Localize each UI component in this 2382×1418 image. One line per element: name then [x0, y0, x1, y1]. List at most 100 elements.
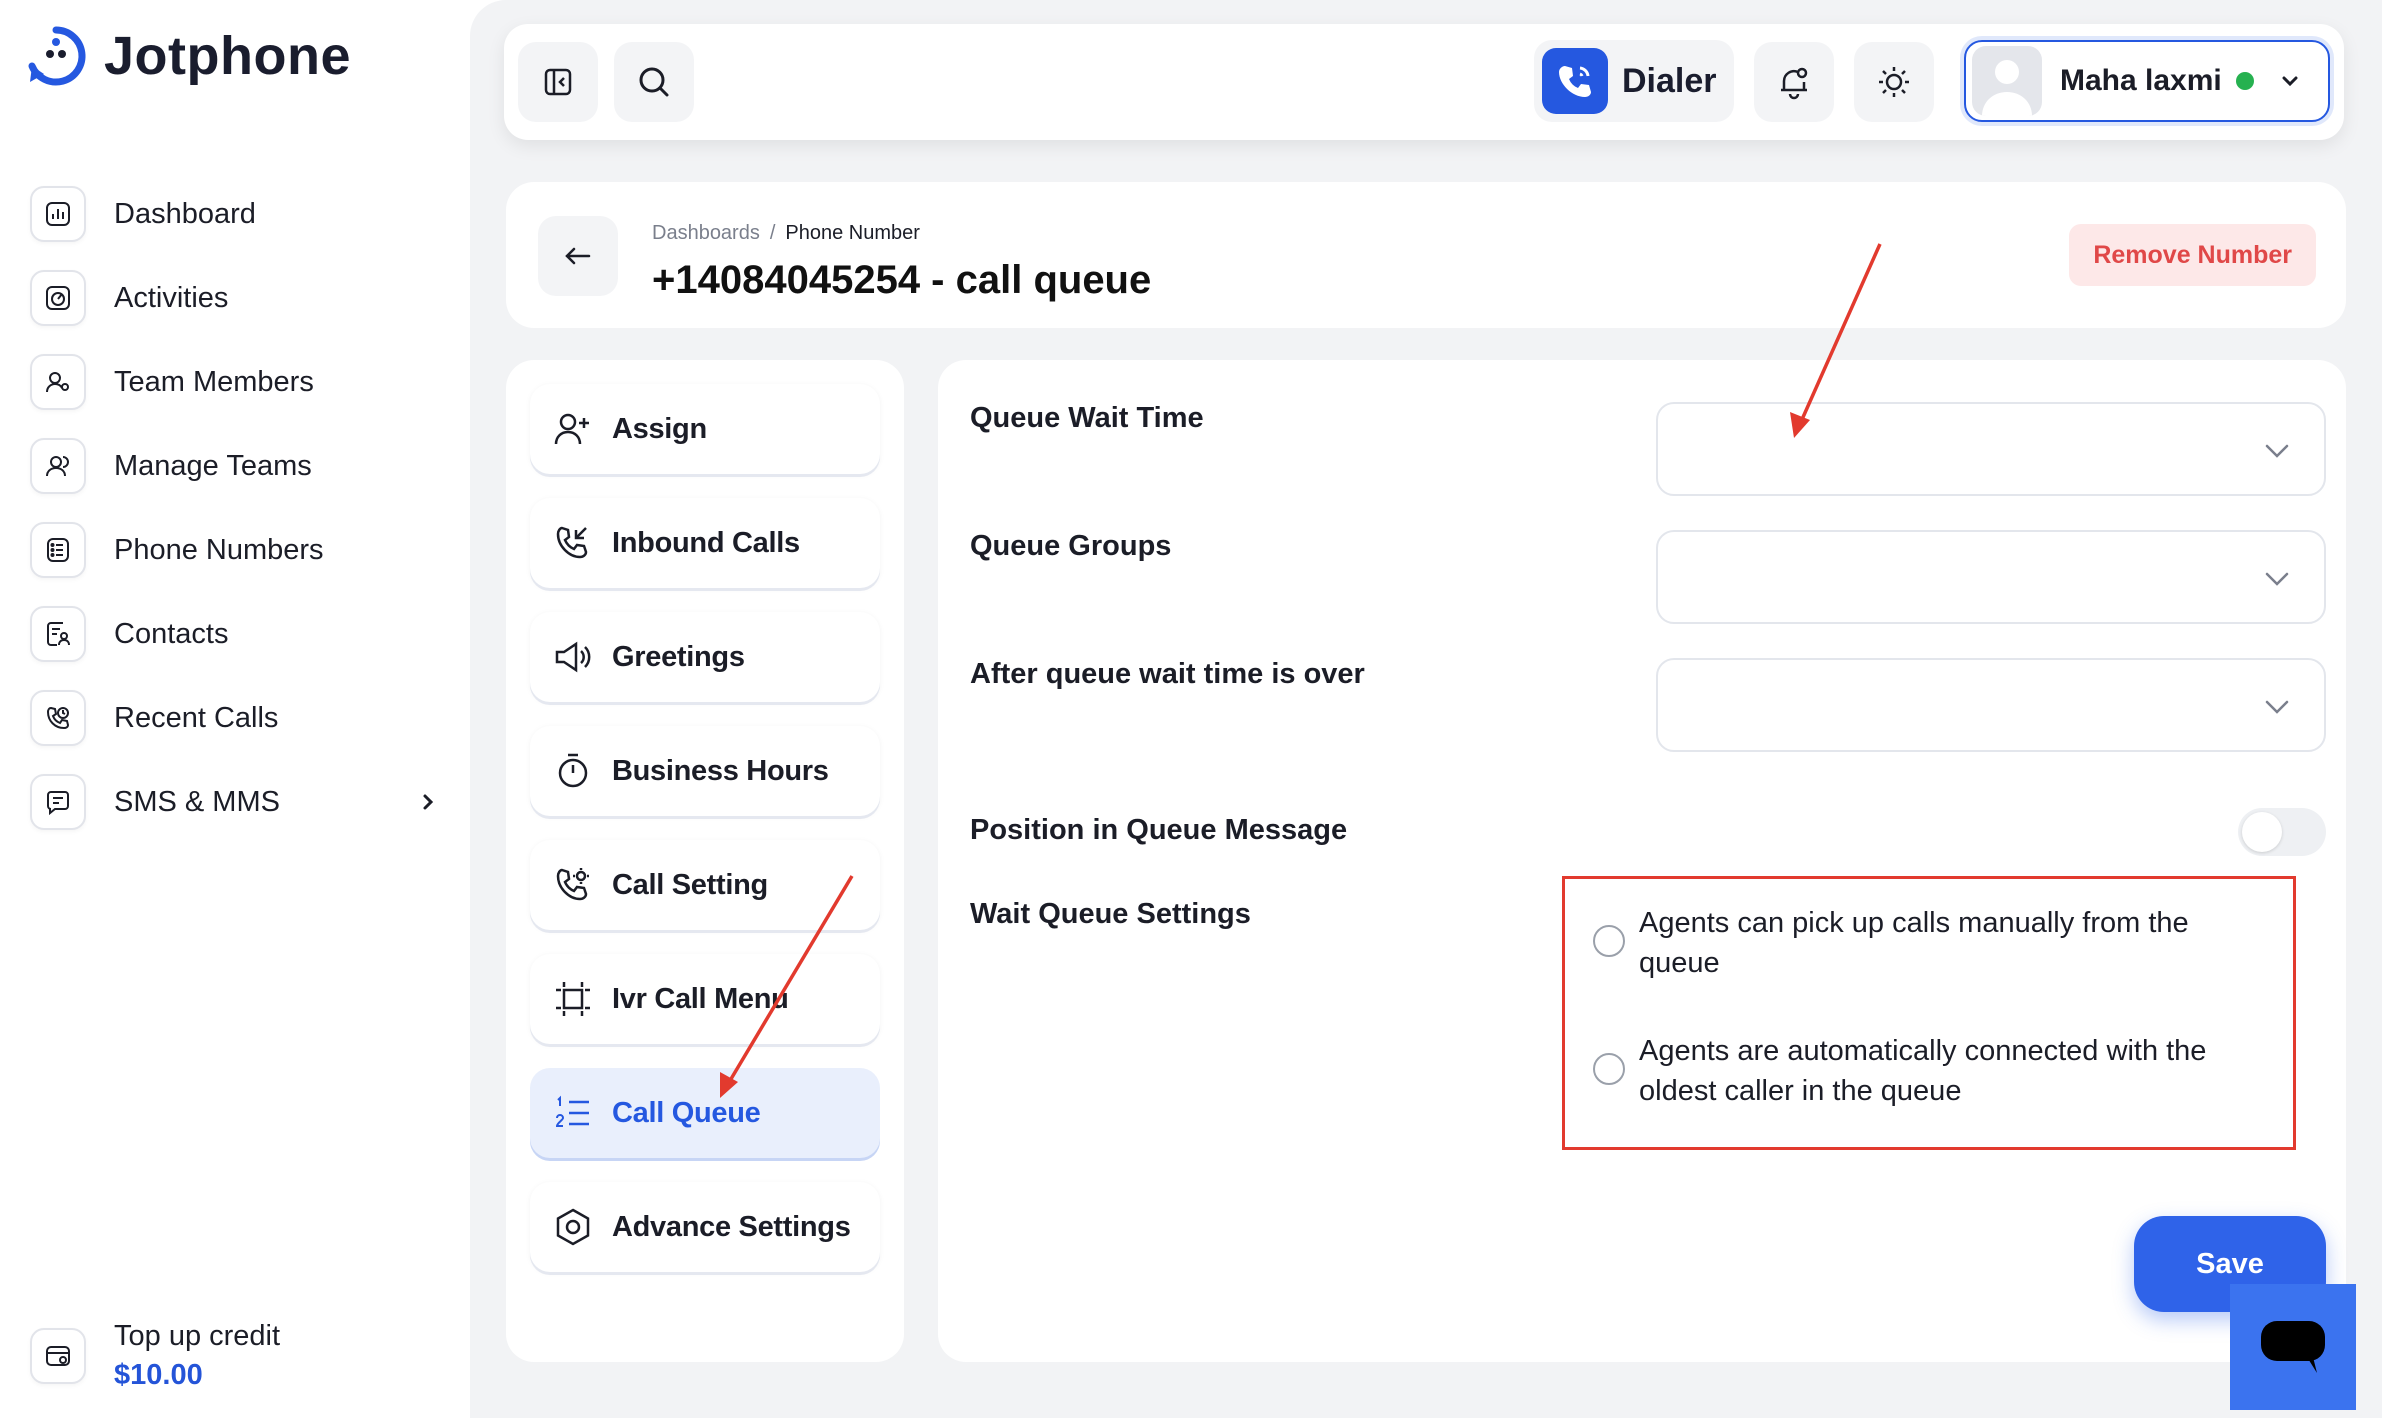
chevron-down-icon [2265, 700, 2289, 714]
tab-label: Greetings [612, 640, 745, 673]
gauge-icon [30, 270, 86, 326]
stopwatch-icon [558, 753, 588, 788]
sidebar-item-label: SMS & MMS [114, 785, 280, 818]
sidebar-item-label: Recent Calls [114, 701, 279, 734]
tab-greetings[interactable]: Greetings [530, 612, 880, 702]
tab-label: Inbound Calls [612, 526, 800, 559]
credit-label: Top up credit [114, 1320, 281, 1352]
queue-wait-time-label: Queue Wait Time [970, 402, 1204, 434]
sidebar-item-manage-teams[interactable]: Manage Teams [30, 424, 440, 508]
chevron-down-icon [2265, 572, 2289, 586]
sidebar-item-phone-numbers[interactable]: Phone Numbers [30, 508, 440, 592]
sidebar-item-dashboard[interactable]: Dashboard [30, 172, 440, 256]
theme-toggle-button[interactable] [1854, 42, 1934, 122]
megaphone-icon [555, 641, 591, 673]
tab-label: Call Queue [612, 1096, 761, 1129]
sidebar-item-contacts[interactable]: Contacts [30, 592, 440, 676]
jotphone-logo-icon [28, 26, 86, 86]
chart-bar-icon [30, 186, 86, 242]
tab-label: Ivr Call Menu [612, 982, 789, 1015]
tab-advance-settings[interactable]: Advance Settings [530, 1182, 880, 1272]
avatar [1972, 46, 2042, 116]
search-button[interactable] [614, 42, 694, 122]
sidebar-item-label: Dashboard [114, 197, 256, 230]
search-icon [639, 67, 669, 97]
sidebar-item-label: Activities [114, 281, 229, 314]
collapse-sidebar-button[interactable] [518, 42, 598, 122]
sidebar-item-activities[interactable]: Activities [30, 256, 440, 340]
top-bar: Dialer Maha laxmi [504, 24, 2344, 140]
tab-inbound-calls[interactable]: Inbound Calls [530, 498, 880, 588]
list-card-icon [30, 522, 86, 578]
tab-ivr-call-menu[interactable]: Ivr Call Menu [530, 954, 880, 1044]
sidebar-item-sms-mms[interactable]: SMS & MMS [30, 760, 440, 844]
tab-label: Business Hours [612, 754, 829, 787]
page-title: +14084045254 - call queue [652, 258, 1152, 302]
sidebar-item-label: Phone Numbers [114, 533, 324, 566]
notifications-button[interactable] [1754, 42, 1834, 122]
sidebar: Jotphone Dashboard Activities Team Membe… [0, 0, 470, 1418]
chevron-right-icon[interactable] [416, 788, 440, 816]
remove-number-button[interactable]: Remove Number [2069, 224, 2316, 286]
tab-call-queue[interactable]: Call Queue [530, 1068, 880, 1158]
after-wait-label: After queue wait time is over [970, 658, 1365, 690]
top-up-credit[interactable]: Top up credit $10.00 [30, 1320, 280, 1392]
back-button[interactable] [538, 216, 618, 296]
bell-icon [1781, 67, 1808, 100]
contact-book-icon [30, 606, 86, 662]
tab-label: Call Setting [612, 868, 768, 901]
brand-logo[interactable]: Jotphone [24, 24, 351, 88]
page-header: Dashboards / Phone Number +14084045254 -… [506, 182, 2346, 328]
toggle-knob [2242, 812, 2282, 852]
breadcrumb: Dashboards / Phone Number [652, 222, 920, 245]
sidebar-item-label: Team Members [114, 365, 314, 398]
radio-label: Agents are automatically connected with … [1639, 1035, 2207, 1107]
queue-wait-time-select[interactable] [1656, 402, 2326, 496]
user-settings-icon [30, 354, 86, 410]
hex-settings-icon [556, 1208, 590, 1246]
phone-gear-icon [556, 868, 589, 901]
settings-submenu: Assign Inbound Calls Greetings Business … [506, 360, 904, 1362]
breadcrumb-dashboards[interactable]: Dashboards [652, 222, 760, 245]
breadcrumb-phone-number: Phone Number [785, 222, 920, 244]
brand-name: Jotphone [104, 26, 351, 86]
tab-call-setting[interactable]: Call Setting [530, 840, 880, 930]
position-message-toggle[interactable] [2238, 808, 2326, 856]
user-avatar-icon [1982, 60, 2032, 116]
radio-manual-pickup[interactable]: Agents can pick up calls manually from t… [1593, 903, 2259, 983]
breadcrumb-separator: / [769, 222, 776, 244]
user-menu[interactable]: Maha laxmi [1964, 40, 2330, 122]
radio-button[interactable] [1593, 925, 1625, 957]
user-plus-icon [554, 413, 589, 445]
tab-label: Assign [612, 412, 707, 445]
chat-widget-button[interactable] [2230, 1284, 2356, 1410]
credit-info: Top up credit $10.00 [114, 1320, 280, 1392]
radio-label: Agents can pick up calls manually from t… [1639, 907, 2189, 979]
users-icon [30, 438, 86, 494]
dialer-phone-icon [1542, 48, 1608, 114]
queue-groups-label: Queue Groups [970, 530, 1172, 562]
wait-queue-options-highlight: Agents can pick up calls manually from t… [1562, 876, 2296, 1150]
message-icon [30, 774, 86, 830]
sidebar-nav: Dashboard Activities Team Members Manage… [30, 172, 440, 844]
queue-groups-select[interactable] [1656, 530, 2326, 624]
wait-queue-settings-label: Wait Queue Settings [970, 898, 1251, 930]
sidebar-item-label: Manage Teams [114, 449, 312, 482]
sidebar-item-team-members[interactable]: Team Members [30, 340, 440, 424]
radio-button[interactable] [1593, 1053, 1625, 1085]
frame-icon [556, 982, 590, 1016]
online-status-dot [2235, 72, 2254, 90]
call-queue-settings: Queue Wait Time Queue Groups After queue… [938, 360, 2346, 1362]
sidebar-item-recent-calls[interactable]: Recent Calls [30, 676, 440, 760]
phone-incoming-icon [556, 526, 588, 559]
numbered-list-icon [555, 1095, 589, 1127]
radio-auto-connect[interactable]: Agents are automatically connected with … [1593, 1031, 2259, 1111]
tab-business-hours[interactable]: Business Hours [530, 726, 880, 816]
position-message-label: Position in Queue Message [970, 814, 1348, 846]
arrow-left-icon [565, 247, 591, 265]
credit-amount: $10.00 [114, 1359, 203, 1391]
main-area: Dialer Maha laxmi Dashboards / Phone Num… [470, 0, 2382, 1418]
tab-assign[interactable]: Assign [530, 384, 880, 474]
dialer-button[interactable]: Dialer [1534, 40, 1734, 122]
after-wait-select[interactable] [1656, 658, 2326, 752]
